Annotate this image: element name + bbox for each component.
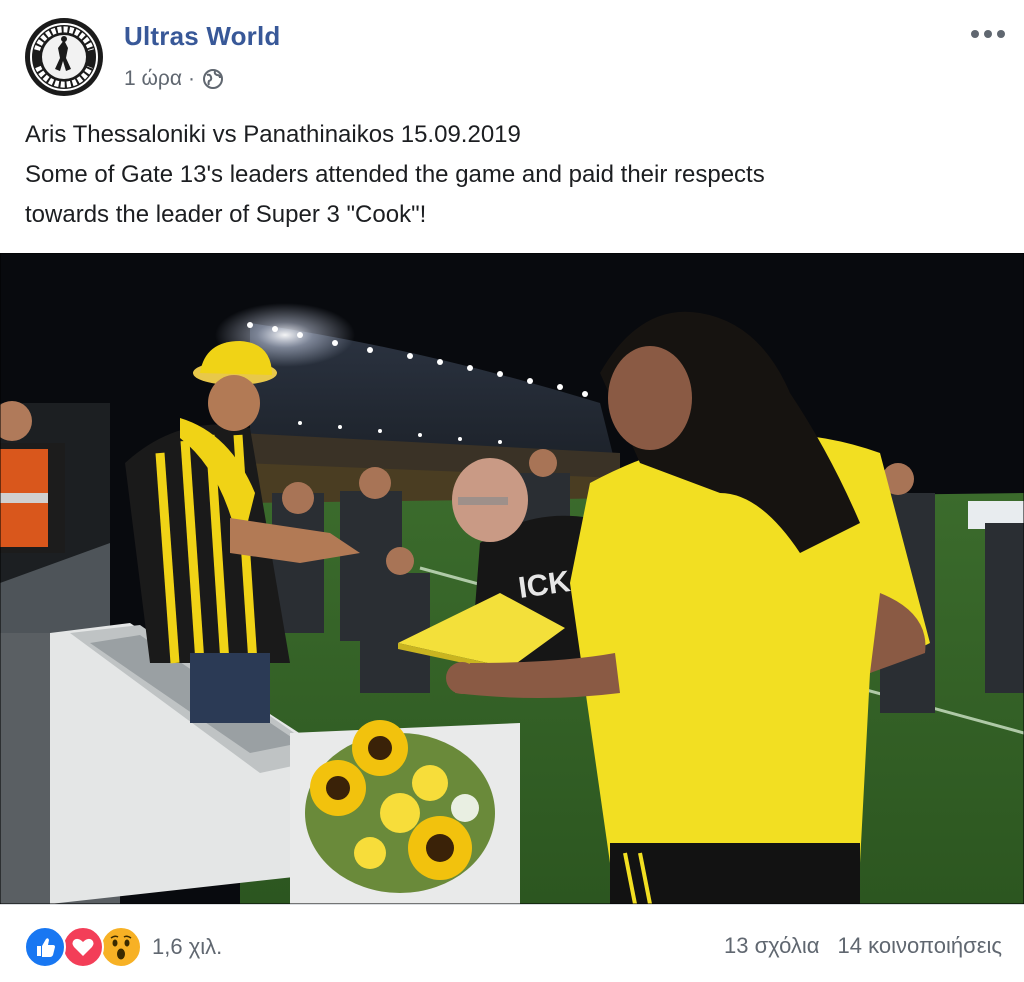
love-icon xyxy=(62,926,104,968)
ultras-world-logo-icon xyxy=(25,18,103,96)
post-message: Aris Thessaloniki vs Panathinaikos 15.09… xyxy=(25,115,985,235)
post-footer: 1,6 χιλ. 13 σχόλια 14 κοινοποιήσεις xyxy=(0,904,1024,982)
stadium-photo: ICK xyxy=(0,253,1024,904)
wow-icon xyxy=(100,926,142,968)
meta-separator: · xyxy=(188,67,195,90)
post-timestamp[interactable]: 1 ώρα xyxy=(124,67,182,91)
like-icon xyxy=(24,926,66,968)
post-text-line: towards the leader of Super 3 "Cook"! xyxy=(25,201,427,228)
globe-icon[interactable] xyxy=(201,67,225,91)
page-avatar[interactable] xyxy=(24,17,104,97)
more-options-icon xyxy=(971,30,1005,38)
shares-count-link[interactable]: 14 κοινοποιήσεις xyxy=(838,933,1002,959)
post-text-line: Some of Gate 13's leaders attended the g… xyxy=(25,161,765,188)
more-options-button[interactable] xyxy=(968,22,1008,46)
page-name-link[interactable]: Ultras World xyxy=(124,21,281,52)
post-photo[interactable]: ICK xyxy=(0,253,1024,904)
reactions-summary[interactable]: 1,6 χιλ. xyxy=(24,926,222,968)
facebook-post: Ultras World 1 ώρα · Aris Thessaloniki v… xyxy=(0,0,1024,981)
reaction-count[interactable]: 1,6 χιλ. xyxy=(152,934,222,960)
post-text-line: Aris Thessaloniki vs Panathinaikos 15.09… xyxy=(25,121,521,148)
comments-count-link[interactable]: 13 σχόλια xyxy=(724,933,820,959)
post-stats: 13 σχόλια 14 κοινοποιήσεις xyxy=(724,933,1002,959)
post-meta: 1 ώρα · xyxy=(124,64,225,94)
